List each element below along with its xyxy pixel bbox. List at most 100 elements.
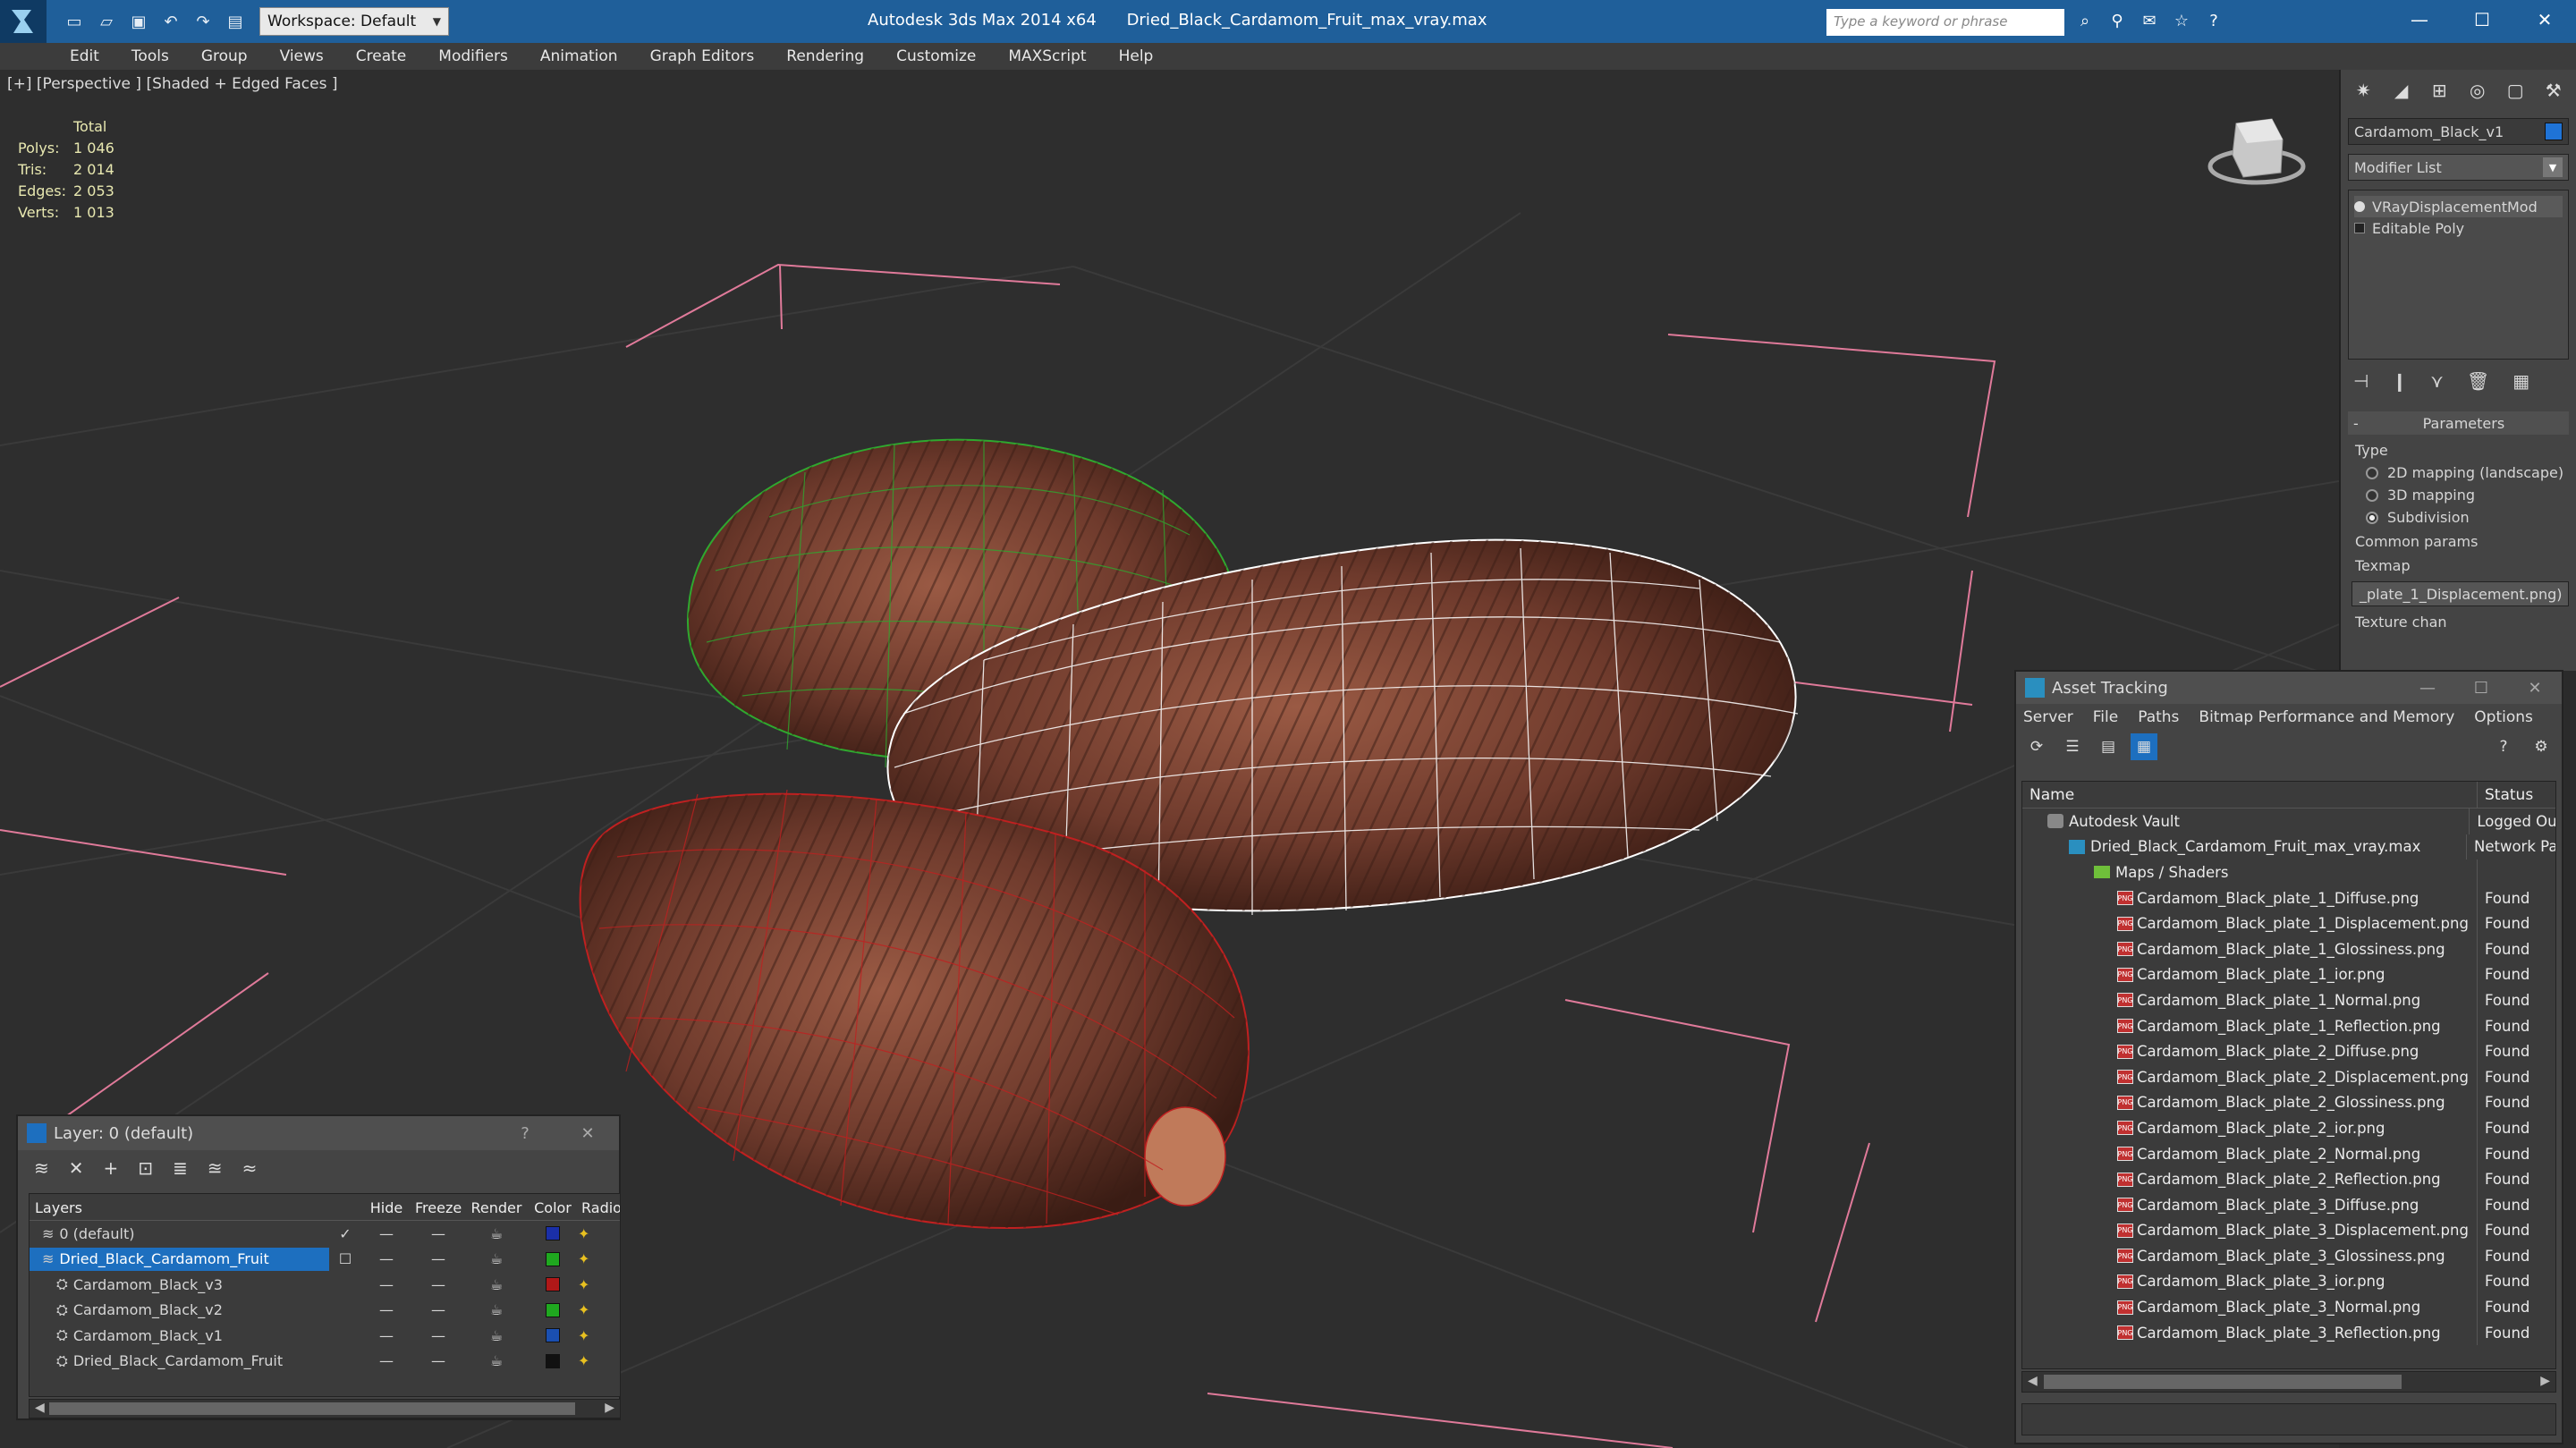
- search-input[interactable]: Type a keyword or phrase: [1826, 9, 2064, 36]
- radiosity-icon[interactable]: ✦: [578, 1327, 614, 1344]
- asset-menu-server[interactable]: Server: [2023, 708, 2073, 726]
- horizontal-scrollbar[interactable]: ◀ ▶: [29, 1399, 621, 1418]
- render-teapot-icon[interactable]: ☕: [465, 1225, 528, 1242]
- radiosity-icon[interactable]: ✦: [578, 1225, 614, 1242]
- object-name-field[interactable]: Cardamom_Black_v1: [2348, 118, 2569, 145]
- menu-customize[interactable]: Customize: [896, 47, 976, 65]
- render-teapot-icon[interactable]: ☕: [465, 1327, 528, 1344]
- table-row[interactable]: PNG Cardamom_Black_plate_1_Reflection.png…: [2022, 1012, 2555, 1039]
- table-row[interactable]: Autodesk Vault Logged Ou: [2022, 809, 2555, 834]
- select-objects-icon[interactable]: ⊡: [138, 1157, 153, 1179]
- options-icon[interactable]: ⚙: [2528, 733, 2555, 760]
- radio-3d-mapping[interactable]: 3D mapping: [2366, 487, 2576, 504]
- hide-toggle[interactable]: —: [361, 1250, 411, 1267]
- lightbulb-icon[interactable]: [2354, 201, 2365, 212]
- show-end-result-icon[interactable]: ❙: [2392, 370, 2407, 392]
- hierarchy-tab-icon[interactable]: ⊞: [2424, 75, 2455, 106]
- menu-group[interactable]: Group: [201, 47, 248, 65]
- active-layer-check[interactable]: ✓: [329, 1225, 361, 1242]
- configure-sets-icon[interactable]: ▦: [2512, 370, 2529, 392]
- maximize-button[interactable]: ☐: [2451, 0, 2513, 39]
- stack-item-editable-poly[interactable]: Editable Poly: [2354, 217, 2563, 239]
- menu-graph-editors[interactable]: Graph Editors: [650, 47, 755, 65]
- delete-layer-icon[interactable]: ✕: [69, 1157, 84, 1179]
- create-tab-icon[interactable]: ✷: [2348, 75, 2379, 106]
- table-row[interactable]: PNG Cardamom_Black_plate_3_Normal.png Foun…: [2022, 1294, 2555, 1320]
- scrollbar-thumb[interactable]: [2044, 1375, 2402, 1389]
- radiosity-icon[interactable]: ✦: [578, 1352, 614, 1369]
- viewport-label[interactable]: [+] [Perspective ] [Shaded + Edged Faces…: [7, 75, 337, 93]
- freeze-toggle[interactable]: —: [411, 1301, 465, 1318]
- column-radiosity[interactable]: Radio: [578, 1194, 620, 1220]
- scroll-right-icon[interactable]: ▶: [2540, 1374, 2550, 1388]
- hide-toggle[interactable]: —: [361, 1301, 411, 1318]
- asset-menu-bitmap-performance-and-memory[interactable]: Bitmap Performance and Memory: [2199, 708, 2454, 726]
- layer-color-swatch[interactable]: [528, 1226, 578, 1241]
- undo-icon[interactable]: ↶: [159, 10, 182, 33]
- utilities-tab-icon[interactable]: ⚒: [2538, 75, 2570, 106]
- close-button[interactable]: ✕: [556, 1124, 619, 1143]
- close-button[interactable]: ✕: [2513, 0, 2576, 39]
- freeze-toggle[interactable]: —: [411, 1327, 465, 1344]
- radiosity-icon[interactable]: ✦: [578, 1250, 614, 1267]
- table-view-icon[interactable]: ▦: [2131, 733, 2157, 760]
- radiosity-icon[interactable]: ✦: [578, 1276, 614, 1293]
- add-to-layer-icon[interactable]: +: [104, 1157, 119, 1179]
- stack-item-vray-displacement[interactable]: VRayDisplacementMod: [2354, 196, 2563, 217]
- display-tab-icon[interactable]: ▢: [2500, 75, 2531, 106]
- table-row[interactable]: PNG Cardamom_Black_plate_1_Normal.png Foun…: [2022, 987, 2555, 1013]
- table-row[interactable]: PNG Cardamom_Black_plate_3_Reflection.png…: [2022, 1319, 2555, 1346]
- render-teapot-icon[interactable]: ☕: [465, 1276, 528, 1293]
- list-view-icon[interactable]: ☰: [2059, 733, 2086, 760]
- subscription-icon[interactable]: ⚲: [2106, 9, 2129, 32]
- asset-menu-paths[interactable]: Paths: [2138, 708, 2179, 726]
- column-hide[interactable]: Hide: [361, 1194, 411, 1220]
- radiosity-icon[interactable]: ✦: [578, 1301, 614, 1318]
- column-color[interactable]: Color: [528, 1194, 578, 1220]
- layer-row[interactable]: ⛭ Cardamom_Black_v1— — ☕ ✦: [30, 1323, 620, 1349]
- table-row[interactable]: PNG Cardamom_Black_plate_1_Displacement.p…: [2022, 910, 2555, 936]
- menu-animation[interactable]: Animation: [540, 47, 618, 65]
- freeze-all-icon[interactable]: ≈: [242, 1157, 258, 1179]
- menu-maxscript[interactable]: MAXScript: [1008, 47, 1086, 65]
- redo-icon[interactable]: ↷: [191, 10, 215, 33]
- column-name[interactable]: Name: [2022, 782, 2478, 808]
- layer-row[interactable]: ≋ 0 (default) ✓ — — ☕ ✦: [30, 1221, 620, 1247]
- favorites-star-icon[interactable]: ☆: [2170, 9, 2193, 32]
- hide-toggle[interactable]: —: [361, 1352, 411, 1369]
- scrollbar-thumb[interactable]: [49, 1402, 575, 1415]
- table-row[interactable]: PNG Cardamom_Black_plate_3_ior.png Found: [2022, 1268, 2555, 1295]
- menu-edit[interactable]: Edit: [70, 47, 99, 65]
- refresh-icon[interactable]: ⟳: [2023, 733, 2050, 760]
- layer-row[interactable]: ≋ Dried_Black_Cardamom_Fruit ☐ — — ☕ ✦: [30, 1247, 620, 1273]
- table-row[interactable]: Dried_Black_Cardamom_Fruit_max_vray.max N…: [2022, 834, 2555, 860]
- table-row[interactable]: PNG Cardamom_Black_plate_3_Diffuse.png Fou…: [2022, 1191, 2555, 1218]
- layer-color-swatch[interactable]: [528, 1302, 578, 1317]
- parameters-rollout[interactable]: - Parameters: [2348, 411, 2569, 435]
- table-row[interactable]: PNG Cardamom_Black_plate_2_Displacement.p…: [2022, 1063, 2555, 1090]
- radio-2d-mapping[interactable]: 2D mapping (landscape): [2366, 464, 2576, 481]
- table-row[interactable]: Maps / Shaders: [2022, 859, 2555, 885]
- render-teapot-icon[interactable]: ☕: [465, 1301, 528, 1318]
- horizontal-scrollbar[interactable]: ◀ ▶: [2021, 1371, 2556, 1393]
- column-layers[interactable]: Layers: [30, 1194, 329, 1220]
- help-icon[interactable]: ?: [494, 1124, 556, 1143]
- expand-box-icon[interactable]: [2354, 223, 2365, 233]
- asset-menu-options[interactable]: Options: [2474, 708, 2533, 726]
- table-row[interactable]: PNG Cardamom_Black_plate_1_Diffuse.png Fou…: [2022, 885, 2555, 911]
- layer-color-swatch[interactable]: [528, 1277, 578, 1292]
- layer-row[interactable]: ⛭ Cardamom_Black_v2— — ☕ ✦: [30, 1298, 620, 1324]
- freeze-toggle[interactable]: —: [411, 1250, 465, 1267]
- scroll-right-icon[interactable]: ▶: [605, 1401, 614, 1415]
- table-row[interactable]: PNG Cardamom_Black_plate_2_Reflection.png…: [2022, 1166, 2555, 1192]
- column-freeze[interactable]: Freeze: [411, 1194, 465, 1220]
- remove-modifier-icon[interactable]: 🗑: [2467, 370, 2489, 392]
- table-row[interactable]: PNG Cardamom_Black_plate_3_Displacement.p…: [2022, 1217, 2555, 1244]
- layer-color-swatch[interactable]: [528, 1328, 578, 1343]
- freeze-toggle[interactable]: —: [411, 1352, 465, 1369]
- hide-all-icon[interactable]: ≊: [208, 1157, 223, 1179]
- column-status[interactable]: Status: [2478, 782, 2540, 808]
- open-file-icon[interactable]: ▱: [95, 10, 118, 33]
- new-file-icon[interactable]: ▭: [63, 10, 86, 33]
- hide-toggle[interactable]: —: [361, 1225, 411, 1242]
